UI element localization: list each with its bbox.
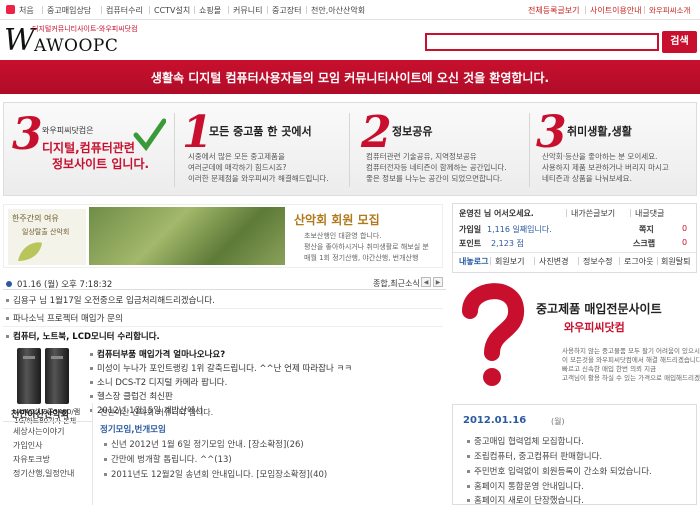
nav-item-cctv[interactable]: CCTV설치: [154, 5, 190, 16]
member-box: 운영진 님 어서오세요. | 내가쓴글보기 | 내글댓글 가입일 1,116 일…: [452, 203, 697, 273]
withdraw-link[interactable]: 회원탈퇴: [661, 256, 690, 267]
club-post[interactable]: 2011년도 12월2일 송년회 안내입니다. [모임장소확정](40): [104, 468, 327, 480]
clock-icon: [6, 281, 12, 287]
nav-all-posts[interactable]: 전체등록글보기: [528, 5, 580, 16]
notice-item[interactable]: 홈페이지 새로이 단장했습니다.: [467, 494, 584, 505]
nav-item-home[interactable]: 처음: [19, 5, 34, 16]
club-post[interactable]: 신년 2012년 1월 6일 정기모임 안내. [장소확정](26): [104, 438, 304, 450]
notice-weekday: (월): [551, 417, 565, 426]
club-photos: [89, 207, 285, 265]
prev-arrow-icon[interactable]: ◀: [421, 277, 431, 287]
logout-link[interactable]: 로그아웃: [624, 256, 653, 267]
news-item[interactable]: 헬스장 클럽건 최신판: [90, 390, 173, 402]
feature-number: 3: [536, 107, 567, 158]
message-count[interactable]: 0: [682, 224, 687, 233]
nav-item-buy[interactable]: 중고매입상담: [47, 5, 91, 16]
date-bar: 01.16 (월) 오후 7:18:32 종합,최근소식 ◀ ▶: [3, 276, 446, 290]
nav-item-club[interactable]: 천안,아산산악회: [311, 5, 365, 16]
club-board-title[interactable]: 정기모임,번개모임: [100, 423, 166, 435]
notice-item[interactable]: 주민번호 입력없이 회원등록이 간소화 되었습니다.: [467, 465, 652, 477]
welcome-text: 생활속 디지털 컴퓨터사용자들의 모임 커뮤니티사이트에 오신 것을 환영합니다…: [150, 71, 550, 85]
change-photo-link[interactable]: 사진변경: [539, 256, 568, 267]
edit-info-link[interactable]: 정보수정: [583, 256, 612, 267]
question-mark-icon: [462, 283, 524, 386]
nav-site-guide[interactable]: 사이트이용안내: [590, 5, 642, 16]
news-item[interactable]: 컴퓨터, 노트북, LCD모니터 수리합니다.: [6, 330, 160, 342]
recent-news-label: 종합,최근소식: [373, 279, 420, 288]
club-post[interactable]: 간만에 벙개할 톱립니다. ^^(13): [104, 453, 232, 465]
my-posts-link[interactable]: 내가쓴글보기: [571, 208, 615, 219]
news-item[interactable]: 미성이 누나가 포인트랭킹 1위 갈축드립니다. ^^난 언제 따라잡나 ㅋㅋ: [90, 362, 352, 374]
feature-title: 정보공유: [392, 125, 433, 138]
club-recruit-banner[interactable]: 한주간의 여유 일상탈출 산악회 산악회 회원 모집 초보산행인 대환영 합니다…: [3, 204, 443, 268]
nav-item-repair[interactable]: 컴퓨터수리: [106, 5, 143, 16]
current-time: 01.16 (월) 오후 7:18:32: [17, 280, 113, 290]
next-arrow-icon[interactable]: ▶: [433, 277, 443, 287]
notice-box: 2012.01.16 (월) 중고매입 협력업체 모집합니다. 조립컴퓨터, 중…: [452, 404, 697, 505]
feature-title: 취미생활,생활: [567, 125, 632, 138]
news-item[interactable]: 김용구 님 1월17일 오전중으로 입금처리해드리겠습니다.: [6, 294, 215, 306]
view-member-link[interactable]: 회원보기: [495, 256, 524, 267]
leaf-icon: [18, 242, 42, 261]
feature-title: 모든 중고품 한 곳에서: [209, 125, 312, 138]
ad-headline: 중고제품 매입전문사이트: [536, 302, 662, 316]
club-intro: 천안아산 산악회 커뮤니티 입니다.: [100, 408, 214, 417]
notice-item[interactable]: 조립컴퓨터, 중고컴퓨터 판매합니다.: [467, 450, 602, 462]
search-button[interactable]: 검색: [662, 31, 697, 53]
member-greeting: 운영진 님 어서오세요.: [459, 209, 534, 218]
checkmark-icon: [133, 118, 166, 152]
logo-tagline: 디지털커뮤니티사이트-와우피씨닷컴: [32, 25, 138, 33]
club-sidebar-item[interactable]: 자유토크방: [13, 454, 50, 465]
features-strip: 3 와우피씨닷컴은 디지털,컴퓨터관련 정보사이트 입니다. 1 모든 중고품 …: [3, 102, 697, 196]
nav-item-shop[interactable]: 쇼핑몰: [199, 5, 221, 16]
logo-wordmark: AWOOPC: [34, 36, 119, 56]
news-item[interactable]: 파나소닉 프로젝터 매입가 문의: [6, 312, 123, 324]
club-sidebar-title[interactable]: 천안아산산악회: [11, 407, 69, 420]
nav-item-community[interactable]: 커뮤니티: [233, 5, 262, 16]
scrap-count[interactable]: 0: [682, 238, 687, 247]
club-sidebar-item[interactable]: 가입인사: [13, 440, 42, 451]
ad-brand: 와우피씨닷컴: [564, 321, 625, 334]
search-input[interactable]: [425, 33, 659, 51]
buy-ad-banner[interactable]: 중고제품 매입전문사이트 와우피씨닷컴 사용하지 않는 중고물품 모두 팔기 어…: [452, 273, 700, 396]
point-value: 2,123 점: [491, 239, 524, 248]
top-navigation: 처음 | 중고매입상담 | 컴퓨터수리 | CCTV설치 | 쇼핑몰 | 커뮤니…: [0, 0, 700, 20]
notice-date: 2012.01.16: [463, 415, 527, 426]
joined-days: 1,116 일째입니다.: [487, 225, 552, 234]
club-sidebar: 천안아산산악회 세상사는이야기 가입인사 자유토크방 정기산행,일정안내: [3, 403, 93, 505]
club-sidebar-item[interactable]: 세상사는이야기: [13, 426, 65, 437]
feature-number: 2: [361, 107, 392, 158]
club-title: 산악회 회원 모집: [294, 213, 380, 227]
news-item[interactable]: 소니 DCS-T2 디지털 카메라 팝니다.: [90, 376, 227, 388]
news-item[interactable]: 컴퓨터부품 매입가격 얼마나오나요?: [90, 348, 225, 360]
club-leaf-art: 한주간의 여유 일상탈출 산악회: [8, 209, 86, 265]
feature-number: 3: [12, 109, 43, 160]
notice-item[interactable]: 중고매입 협력업체 모집합니다.: [467, 435, 584, 447]
club-sidebar-item[interactable]: 정기산행,일정안내: [13, 468, 74, 479]
home-icon[interactable]: [6, 5, 15, 14]
nav-item-market[interactable]: 중고장터: [272, 5, 301, 16]
feature-highlight: 디지털,컴퓨터관련: [42, 141, 135, 155]
product-image[interactable]: [17, 348, 71, 404]
welcome-banner: 생활속 디지털 컴퓨터사용자들의 모임 커뮤니티사이트에 오신 것을 환영합니다…: [0, 60, 700, 94]
notice-item[interactable]: 홈페이지 통합운영 안내입니다.: [467, 480, 584, 492]
nav-about[interactable]: 와우피씨소개: [649, 5, 690, 16]
site-logo[interactable]: W 디지털커뮤니티사이트-와우피씨닷컴 AWOOPC: [4, 22, 184, 58]
my-comments-link[interactable]: 내글댓글: [635, 208, 664, 219]
my-blog-link[interactable]: 내놓로그: [459, 256, 488, 267]
